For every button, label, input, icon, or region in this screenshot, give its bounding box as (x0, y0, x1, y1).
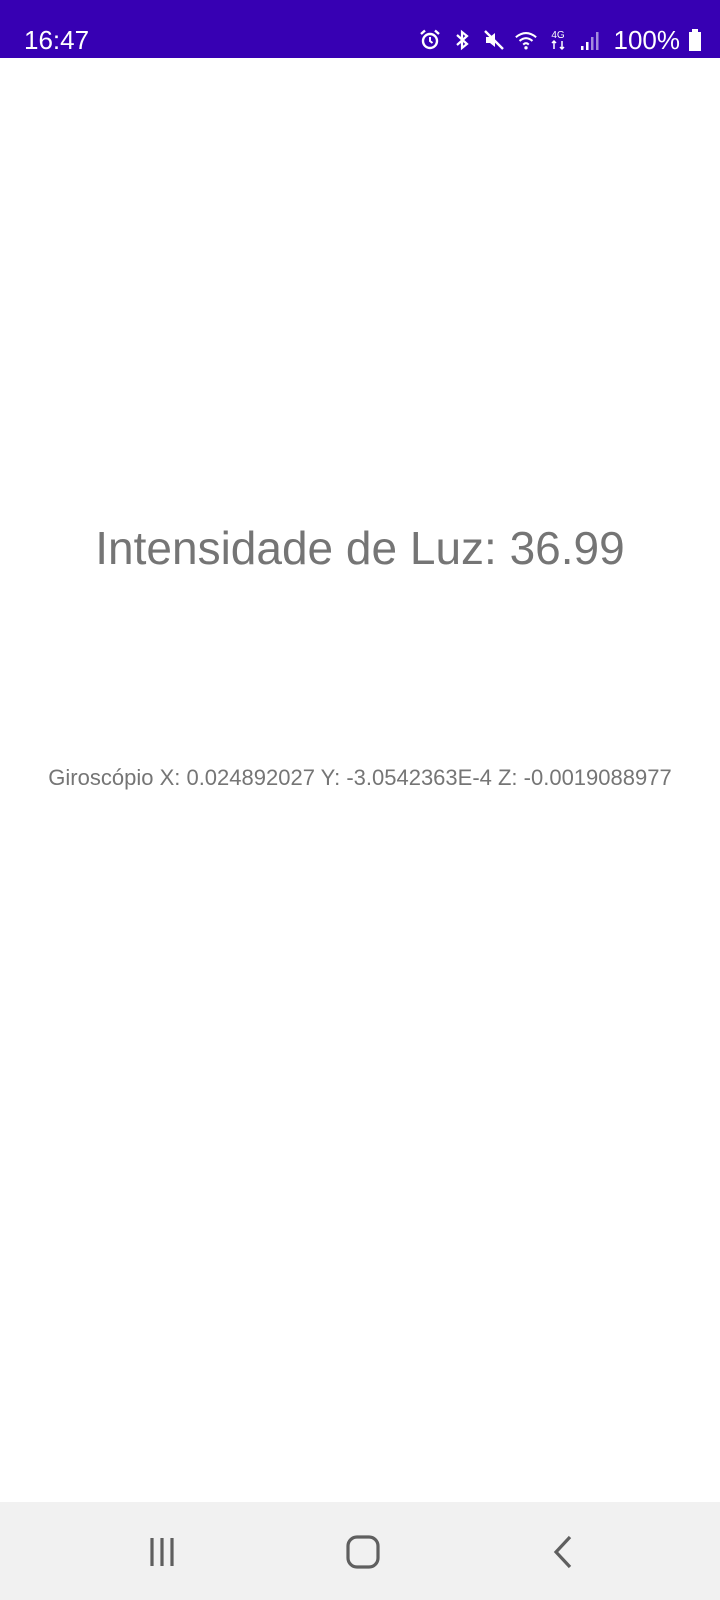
light-intensity-text: Intensidade de Luz: 36.99 (95, 522, 625, 574)
home-icon (346, 1535, 380, 1569)
status-time: 16:47 (24, 25, 90, 55)
mute-icon (482, 28, 506, 52)
main-content: Intensidade de Luz: 36.99 Giroscópio X: … (0, 58, 720, 1502)
status-bar: 16:47 4G 100% (0, 0, 720, 58)
bluetooth-icon (450, 28, 474, 52)
screen: 16:47 4G 100% Intensidade de Luz: 36.99 … (0, 0, 720, 1600)
svg-text:4G: 4G (551, 30, 565, 41)
status-icons: 4G 100% (418, 24, 703, 56)
back-icon (553, 1535, 572, 1569)
navigation-bar (0, 1502, 720, 1600)
gyroscope-text: Giroscópio X: 0.024892027 Y: -3.0542363E… (48, 765, 672, 790)
battery-icon (688, 28, 702, 52)
home-button[interactable] (333, 1522, 393, 1582)
recents-button[interactable] (132, 1522, 192, 1582)
signal-icon (578, 28, 602, 52)
back-button[interactable] (534, 1522, 594, 1582)
network-4g-icon: 4G (546, 28, 570, 52)
battery-text: 100% (613, 25, 681, 55)
alarm-icon (418, 28, 442, 52)
recents-icon (150, 1538, 174, 1566)
wifi-icon (514, 28, 538, 52)
